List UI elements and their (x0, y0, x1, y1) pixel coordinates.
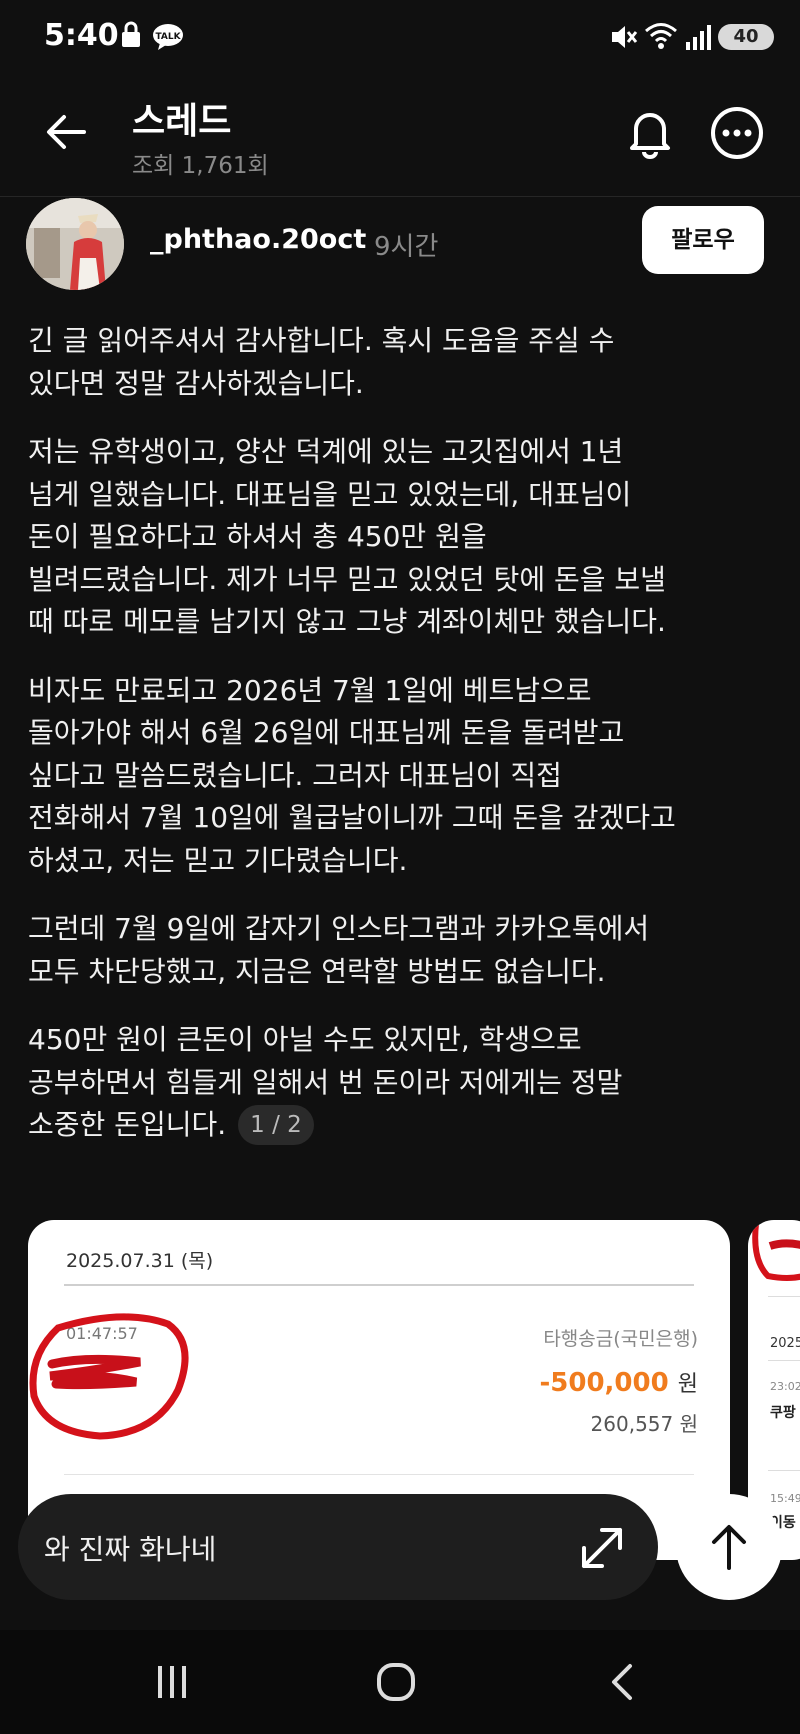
home-icon[interactable] (374, 1660, 418, 1704)
time-text: 23:02 (770, 1380, 800, 1393)
battery-icon: 40 (718, 24, 774, 50)
divider (768, 1360, 800, 1361)
post-paragraph: 긴 글 읽어주셔서 감사합니다. 혹시 도움을 주실 수 있다면 정말 감사하겠… (28, 324, 615, 400)
red-circle-mark (29, 1313, 189, 1440)
system-nav-bar (0, 1630, 800, 1734)
username[interactable]: _phthao.20oct (150, 224, 366, 255)
post-paragraph: 비자도 만료되고 2026년 7월 1일에 베트남으로 돌아가야 해서 6월 2… (28, 673, 676, 877)
transfer-amount: -500,000 원 (539, 1366, 698, 1398)
amount-value: -500,000 (539, 1368, 669, 1398)
status-time: 5:40 (44, 18, 119, 53)
divider (768, 1296, 800, 1297)
amount-unit: 원 (677, 1372, 698, 1397)
red-circle-mark (752, 1223, 800, 1281)
follow-button[interactable]: 팔로우 (642, 206, 764, 274)
signal-icon (686, 25, 711, 50)
wifi-icon (645, 23, 677, 49)
back-nav-icon[interactable] (604, 1660, 640, 1704)
comment-input[interactable]: 와 진짜 화나네 (44, 1528, 216, 1568)
more-options-button[interactable] (710, 106, 764, 160)
scroll-to-top-button[interactable] (676, 1494, 782, 1600)
post-paragraph: 저는 유학생이고, 양산 덕계에 있는 고깃집에서 1년 넘게 일했습니다. 대… (28, 435, 666, 638)
post-body: 긴 글 읽어주셔서 감사합니다. 혹시 도움을 주실 수 있다면 정말 감사하겠… (28, 320, 768, 1147)
divider (768, 1470, 800, 1471)
svg-text:TALK: TALK (155, 32, 181, 42)
recent-apps-icon[interactable] (152, 1660, 192, 1704)
merchant-text: 쿠팡 (770, 1405, 796, 1421)
avatar[interactable] (26, 198, 124, 290)
balance: 260,557 원 (590, 1412, 698, 1436)
header-divider (0, 196, 800, 197)
lock-icon (122, 21, 140, 47)
date-text: 2025. (770, 1336, 800, 1351)
mute-icon (612, 26, 638, 48)
transfer-date: 2025.07.31 (목) (66, 1250, 214, 1272)
post-paragraph: 450만 원이 큰돈이 아닐 수도 있지만, 학생으로 공부하면서 힘들게 일해… (28, 1023, 623, 1141)
divider (64, 1474, 694, 1475)
arrow-up-icon (712, 1525, 746, 1570)
status-bar: 5:40 TALK 40 (0, 0, 800, 76)
talk-icon: TALK (153, 24, 183, 50)
page-title: 스레드 (132, 101, 232, 142)
post-time: 9시간 (374, 232, 439, 262)
divider (64, 1284, 694, 1286)
post-paragraph: 그런데 7월 9일에 갑자기 인스타그램과 카카오톡에서 모두 차단당했고, 지… (28, 912, 650, 988)
comment-bar[interactable]: 와 진짜 화나네 (18, 1494, 658, 1600)
expand-icon[interactable] (574, 1520, 630, 1576)
view-count: 조회 1,761회 (132, 153, 269, 179)
back-button[interactable] (40, 106, 92, 158)
transfer-type: 타행송금(국민은행) (543, 1328, 698, 1350)
page-indicator: 1 / 2 (238, 1105, 314, 1145)
notification-bell-button[interactable] (622, 104, 678, 160)
